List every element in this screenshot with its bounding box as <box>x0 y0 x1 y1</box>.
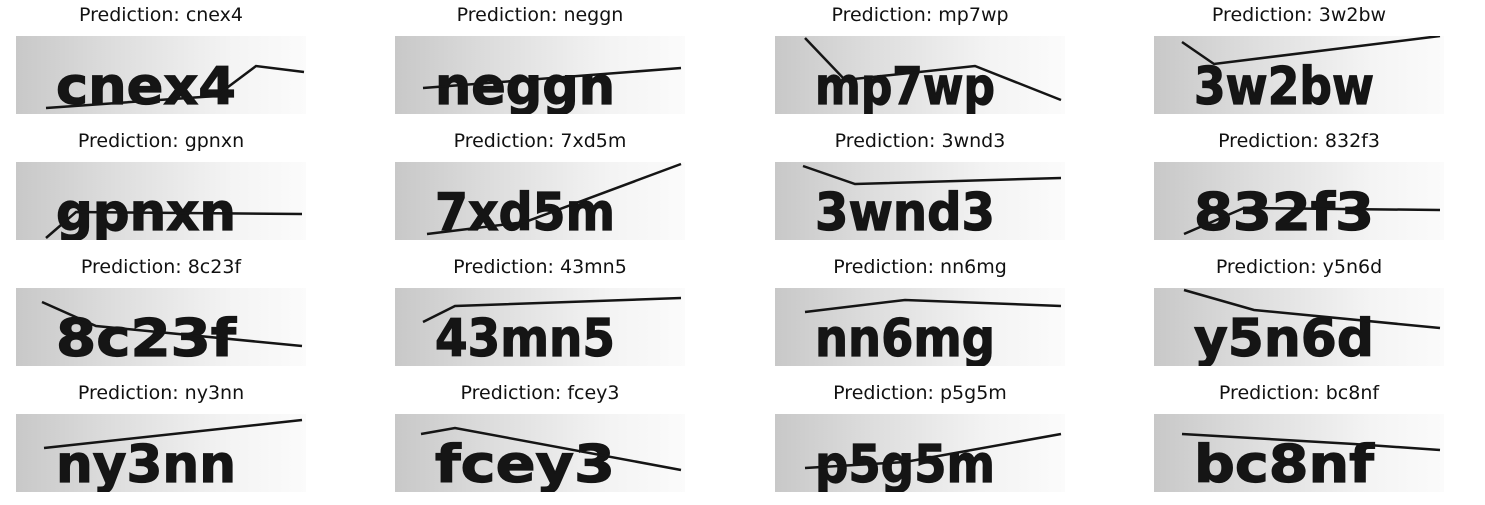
captcha-text: 832f3 <box>1194 183 1374 240</box>
captcha-image: gpnxn <box>16 162 306 240</box>
prediction-cell: Prediction: neggn neggn <box>395 0 685 120</box>
captcha-image: nn6mg <box>775 288 1065 366</box>
captcha-text: 7xd5m <box>435 183 615 240</box>
captcha-text: 3w2bw <box>1194 57 1374 114</box>
prediction-cell: Prediction: 3w2bw 3w2bw <box>1154 0 1444 120</box>
captcha-image: neggn <box>395 36 685 114</box>
prediction-cell: Prediction: cnex4 cnex4 <box>16 0 306 120</box>
prediction-cell: Prediction: gpnxn gpnxn <box>16 126 306 246</box>
captcha-text: nn6mg <box>815 309 995 366</box>
captcha-text: 3wnd3 <box>815 183 995 240</box>
captcha-text: p5g5m <box>815 435 995 492</box>
captcha-image: 832f3 <box>1154 162 1444 240</box>
captcha-image: 3wnd3 <box>775 162 1065 240</box>
prediction-title: Prediction: 43mn5 <box>453 256 627 278</box>
captcha-image: mp7wp <box>775 36 1065 114</box>
prediction-title: Prediction: 832f3 <box>1218 130 1380 152</box>
prediction-cell: Prediction: 832f3 832f3 <box>1154 126 1444 246</box>
prediction-cell: Prediction: p5g5m p5g5m <box>775 378 1065 498</box>
prediction-title: Prediction: ny3nn <box>77 382 245 404</box>
captcha-text: y5n6d <box>1194 309 1374 366</box>
prediction-cell: Prediction: 43mn5 43mn5 <box>395 252 685 372</box>
prediction-title: Prediction: mp7wp <box>831 4 1009 26</box>
prediction-title: Prediction: 8c23f <box>80 256 242 278</box>
prediction-cell: Prediction: 7xd5m 7xd5m <box>395 126 685 246</box>
captcha-image: ny3nn <box>16 414 306 492</box>
prediction-title: Prediction: y5n6d <box>1215 256 1383 278</box>
prediction-title: Prediction: 3wnd3 <box>834 130 1006 152</box>
captcha-image: 7xd5m <box>395 162 685 240</box>
prediction-cell: Prediction: 8c23f 8c23f <box>16 252 306 372</box>
captcha-image: 8c23f <box>16 288 306 366</box>
prediction-cell: Prediction: ny3nn ny3nn <box>16 378 306 498</box>
prediction-cell: Prediction: bc8nf bc8nf <box>1154 378 1444 498</box>
captcha-text: fcey3 <box>435 435 615 492</box>
prediction-cell: Prediction: fcey3 fcey3 <box>395 378 685 498</box>
prediction-title: Prediction: neggn <box>456 4 624 26</box>
prediction-title: Prediction: gpnxn <box>77 130 245 152</box>
prediction-title: Prediction: nn6mg <box>833 256 1007 278</box>
prediction-title: Prediction: 7xd5m <box>453 130 627 152</box>
prediction-grid: Prediction: cnex4 cnex4 Prediction: neggn n… <box>0 0 1485 505</box>
prediction-cell: Prediction: nn6mg nn6mg <box>775 252 1065 372</box>
captcha-image: 43mn5 <box>395 288 685 366</box>
captcha-image: bc8nf <box>1154 414 1444 492</box>
captcha-noise-line <box>802 164 1062 186</box>
captcha-text: 43mn5 <box>435 309 615 366</box>
prediction-cell: Prediction: 3wnd3 3wnd3 <box>775 126 1065 246</box>
prediction-title: Prediction: cnex4 <box>78 4 243 26</box>
captcha-image: cnex4 <box>16 36 306 114</box>
captcha-image: 3w2bw <box>1154 36 1444 114</box>
captcha-image: y5n6d <box>1154 288 1444 366</box>
prediction-title: Prediction: bc8nf <box>1218 382 1380 404</box>
prediction-cell: Prediction: y5n6d y5n6d <box>1154 252 1444 372</box>
captcha-image: fcey3 <box>395 414 685 492</box>
prediction-title: Prediction: p5g5m <box>833 382 1007 404</box>
prediction-title: Prediction: 3w2bw <box>1211 4 1387 26</box>
captcha-image: p5g5m <box>775 414 1065 492</box>
prediction-title: Prediction: fcey3 <box>460 382 620 404</box>
prediction-cell: Prediction: mp7wp mp7wp <box>775 0 1065 120</box>
